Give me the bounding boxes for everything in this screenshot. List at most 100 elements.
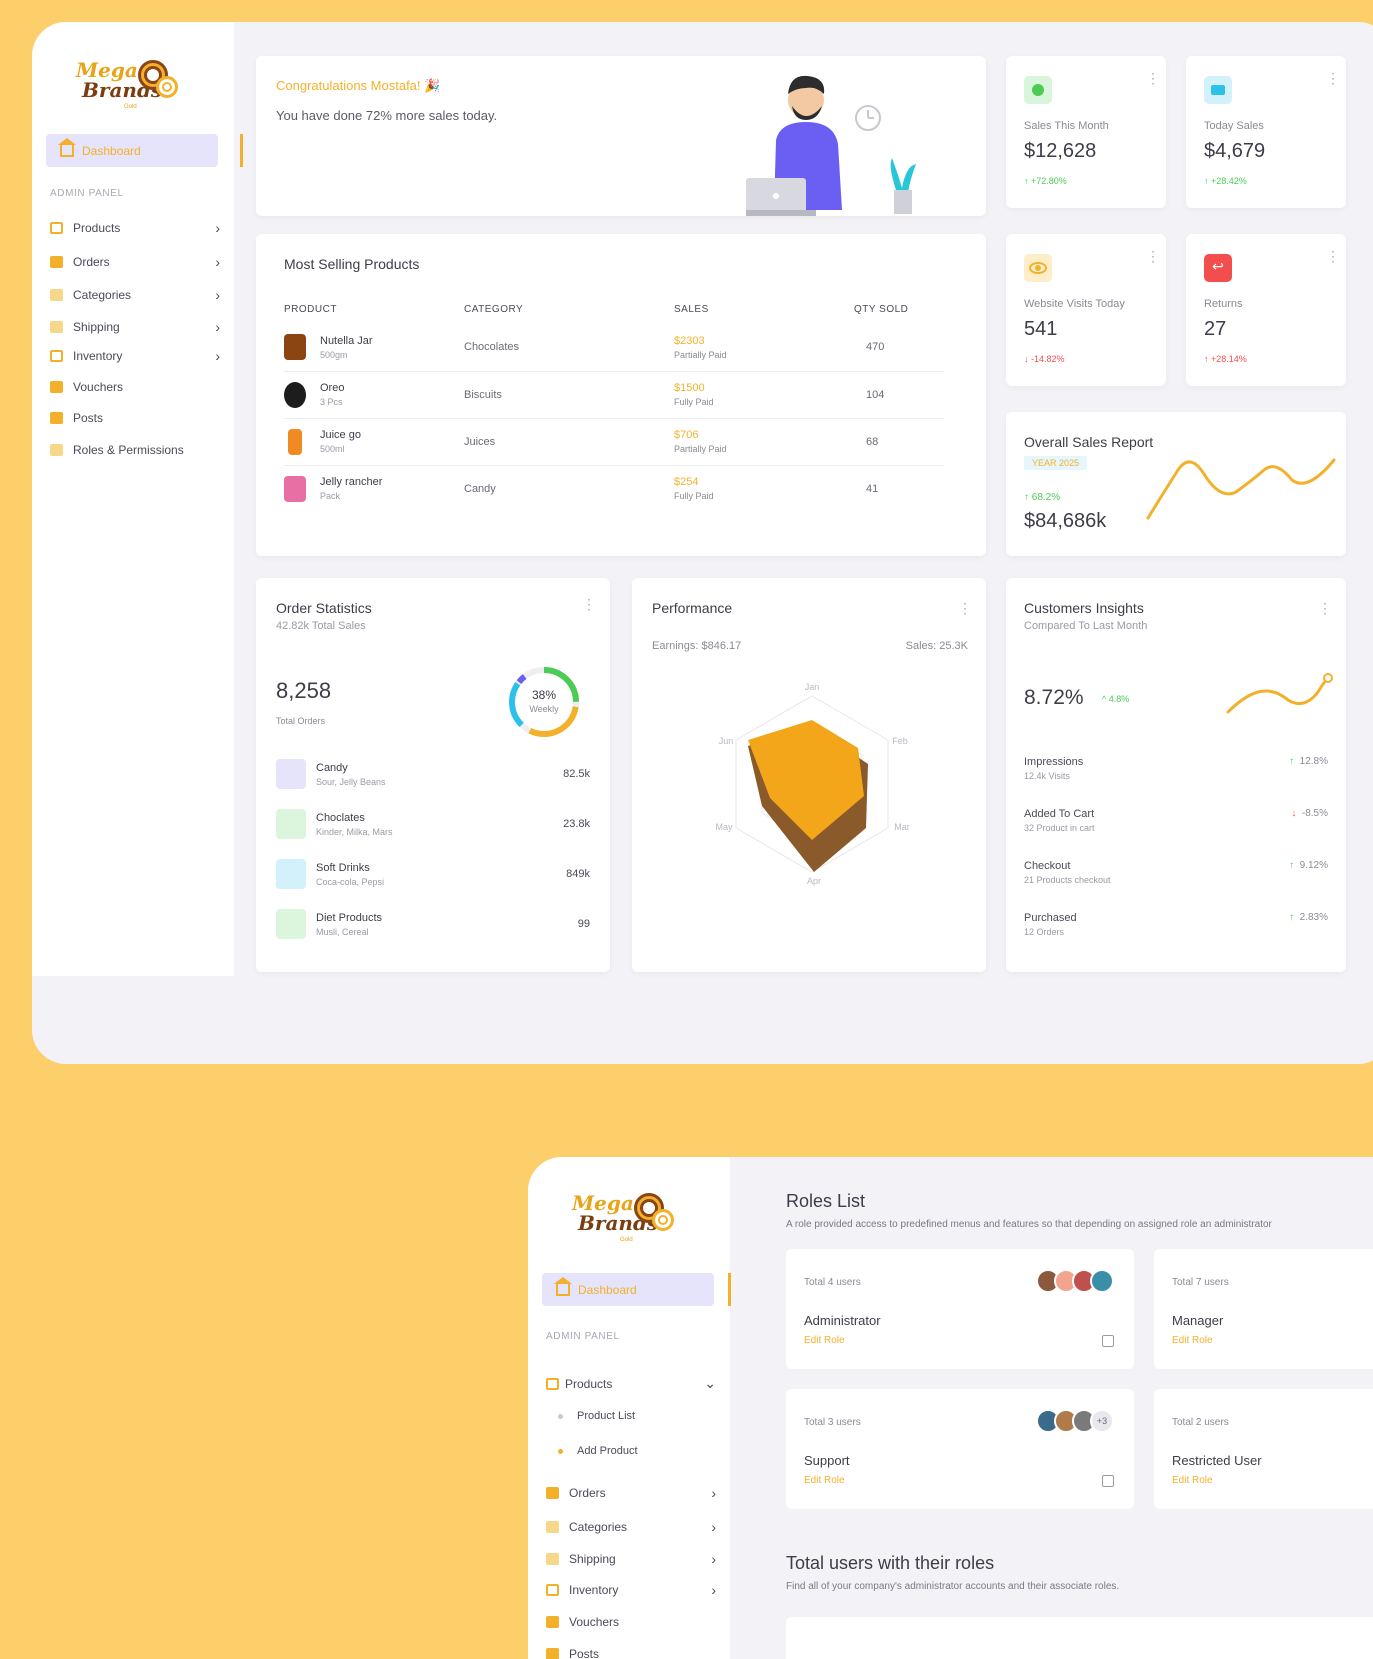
qty-sold: 104 — [854, 371, 944, 419]
sidebar-item-label: Add Product — [577, 1445, 638, 1457]
stat-card-visits: ⋮ Website Visits Today 541 ↓ -14.82% — [1006, 234, 1166, 386]
sidebar-subitem-add-product[interactable]: Add Product — [558, 1445, 638, 1457]
list-item[interactable]: Diet Products Musli, Cereal 99 — [276, 904, 590, 944]
category-info: Candy Sour, Jelly Beans — [316, 762, 386, 787]
arrow-up-icon: ↑ — [1289, 756, 1295, 767]
more-vert-icon[interactable]: ⋮ — [958, 601, 972, 615]
stat-change: ↓ -14.82% — [1024, 354, 1065, 364]
category-desc: Sour, Jelly Beans — [316, 776, 386, 787]
products-table: PRODUCT CATEGORY SALES QTY SOLD Nutella … — [284, 294, 944, 512]
category-info: Diet Products Musli, Cereal — [316, 912, 382, 937]
brand-logo[interactable]: Mega Brands Gold — [72, 58, 182, 118]
stat-change-value: -14.82% — [1031, 354, 1065, 364]
product-info: Nutella Jar 500gm — [320, 335, 373, 360]
edit-role-link[interactable]: Edit Role — [804, 1335, 845, 1346]
column-header: CATEGORY — [464, 303, 524, 315]
sidebar-item-shipping[interactable]: Shipping › — [50, 319, 220, 335]
stat-change-value: +28.14% — [1211, 354, 1247, 364]
list-item[interactable]: Checkout 21 Products checkout ↑ 9.12% — [1024, 860, 1328, 900]
radar-axis-label: May — [715, 822, 733, 832]
sidebar-item-products[interactable]: Products › — [50, 220, 220, 236]
category-swatch — [276, 809, 306, 839]
sidebar-item-inventory[interactable]: Inventory › — [546, 1582, 716, 1598]
more-vert-icon[interactable]: ⋮ — [1326, 71, 1340, 85]
category-name: Choclates — [316, 811, 365, 824]
column-header: SALES — [674, 303, 709, 315]
sidebar-item-label: Roles & Permissions — [73, 443, 184, 457]
insight-info: Purchased 12 Orders — [1024, 912, 1077, 937]
more-vert-icon[interactable]: ⋮ — [1146, 71, 1160, 85]
chevron-right-icon: › — [711, 1519, 716, 1535]
sale-amount: $254 — [674, 476, 699, 489]
category-value: 99 — [577, 918, 590, 930]
insight-value: ↑ 12.8% — [1289, 756, 1328, 767]
performance-card: Performance ⋮ Earnings: $846.17 Sales: 2… — [632, 578, 986, 972]
insights-change-value: 4.8% — [1108, 694, 1130, 704]
category-value: 23.8k — [563, 818, 590, 830]
role-user-count: Total 3 users — [804, 1417, 861, 1428]
product-category: Candy — [464, 482, 496, 495]
table-row[interactable]: Oreo 3 Pcs Biscuits $1500 Fully Paid 104 — [284, 371, 944, 419]
edit-role-link[interactable]: Edit Role — [804, 1475, 845, 1486]
edit-role-link[interactable]: Edit Role — [1172, 1475, 1213, 1486]
sidebar-item-categories[interactable]: Categories › — [546, 1519, 716, 1535]
list-item[interactable]: Candy Sour, Jelly Beans 82.5k — [276, 754, 590, 794]
sidebar-item-posts[interactable]: Posts — [50, 411, 220, 425]
sidebar-item-vouchers[interactable]: Vouchers — [50, 380, 220, 394]
list-item[interactable]: Added To Cart 32 Product in cart ↓ -8.5% — [1024, 808, 1328, 848]
product-size: 500ml — [320, 444, 345, 454]
card-title: Customers Insights — [1024, 600, 1144, 616]
sidebar-item-products[interactable]: Products ⌄ — [546, 1375, 716, 1392]
stat-change-value: +28.42% — [1211, 176, 1247, 186]
overall-change: ↑ 68.2% — [1024, 492, 1061, 503]
radar-axis-label: Jan — [805, 682, 820, 692]
more-vert-icon[interactable]: ⋮ — [1318, 601, 1332, 615]
category-desc: Coca-cola, Pepsi — [316, 876, 385, 887]
insight-value: ↑ 2.83% — [1289, 912, 1328, 923]
sidebar-item-dashboard[interactable]: Dashboard — [46, 134, 218, 167]
list-item[interactable]: Impressions 12.4k Visits ↑ 12.8% — [1024, 756, 1328, 796]
sidebar-item-shipping[interactable]: Shipping › — [546, 1551, 716, 1567]
table-row[interactable]: Jelly rancher Pack Candy $254 Fully Paid 4… — [284, 465, 944, 512]
insight-desc: 32 Product in cart — [1024, 823, 1095, 833]
role-user-count: Total 7 users — [1172, 1277, 1229, 1288]
list-item[interactable]: Choclates Kinder, Milka, Mars 23.8k — [276, 804, 590, 844]
insight-value-text: 12.8% — [1299, 756, 1328, 767]
sidebar-item-inventory[interactable]: Inventory › — [50, 348, 220, 364]
more-vert-icon[interactable]: ⋮ — [1146, 249, 1160, 263]
sidebar-item-label: Posts — [73, 411, 104, 425]
congrats-title: Congratulations Mostafa! 🎉 — [276, 78, 441, 93]
sidebar-item-orders[interactable]: Orders › — [50, 254, 220, 270]
sidebar-item-roles[interactable]: Roles & Permissions — [50, 443, 220, 457]
sidebar-item-label: Categories — [569, 1520, 628, 1534]
sidebar-item-dashboard[interactable]: Dashboard — [542, 1273, 714, 1306]
more-vert-icon[interactable]: ⋮ — [582, 597, 596, 611]
more-vert-icon[interactable]: ⋮ — [1326, 249, 1340, 263]
list-item[interactable]: Soft Drinks Coca-cola, Pepsi 849k — [276, 854, 590, 894]
table-row[interactable]: Juice go 500ml Juices $706 Partially Paid … — [284, 418, 944, 466]
copy-icon[interactable] — [1102, 1475, 1114, 1487]
stat-label: Returns — [1204, 298, 1243, 310]
sidebar-item-orders[interactable]: Orders › — [546, 1485, 716, 1501]
chevron-right-icon: › — [215, 287, 220, 303]
list-item[interactable]: Purchased 12 Orders ↑ 2.83% — [1024, 912, 1328, 952]
brand-logo[interactable]: Mega Brands Gold — [568, 1191, 678, 1251]
avatar-more-count[interactable]: +3 — [1090, 1409, 1114, 1433]
sidebar-subitem-product-list[interactable]: Product List — [558, 1410, 635, 1422]
product-info: Oreo 3 Pcs — [320, 382, 344, 407]
dashboard-panel: Mega Brands Gold Dashboard ADMIN PANEL P… — [32, 22, 1373, 1064]
sale-status: Partially Paid — [674, 444, 727, 454]
role-card-restricted-user: Total 2 users Restricted User Edit Role — [1154, 1389, 1373, 1509]
bullet-icon — [558, 1448, 563, 1454]
category-value: 82.5k — [563, 768, 590, 780]
chevron-right-icon: › — [711, 1582, 716, 1598]
weekly-ring-chart — [509, 667, 579, 737]
sidebar-item-vouchers[interactable]: Vouchers — [546, 1615, 716, 1629]
table-row[interactable]: Nutella Jar 500gm Chocolates $2303 Partial… — [284, 324, 944, 372]
copy-icon[interactable] — [1102, 1335, 1114, 1347]
sidebar-item-categories[interactable]: Categories › — [50, 287, 220, 303]
sale-amount: $1500 — [674, 382, 705, 394]
product-category: Biscuits — [464, 371, 674, 419]
sidebar-item-posts[interactable]: Posts — [546, 1647, 716, 1659]
edit-role-link[interactable]: Edit Role — [1172, 1335, 1213, 1346]
